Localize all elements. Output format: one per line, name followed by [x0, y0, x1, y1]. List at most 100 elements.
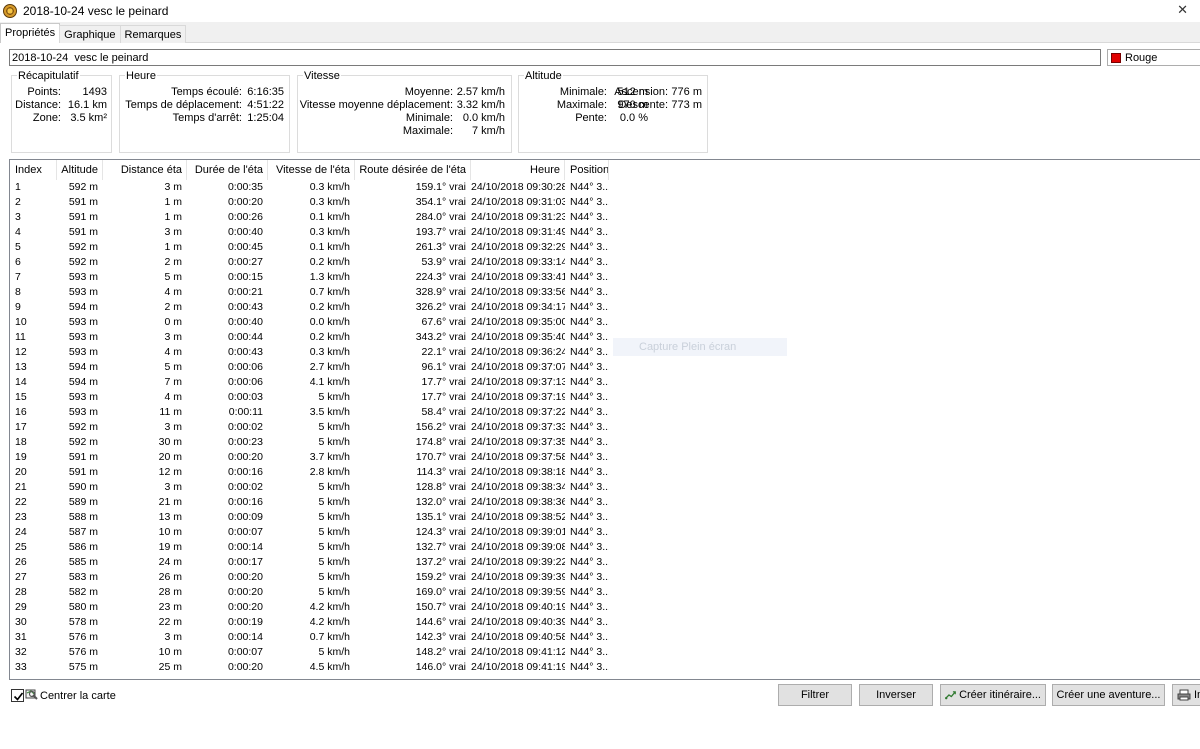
- table-row[interactable]: 14 594 m 7 m 0:00:06 4.1 km/h 17.7° vrai 24/10…: [10, 375, 609, 390]
- table-row[interactable]: 4 591 m 3 m 0:00:40 0.3 km/h 193.7° vrai 24/10…: [10, 225, 609, 240]
- cell-position: N44° 3...: [570, 316, 609, 328]
- table-row[interactable]: 2 591 m 1 m 0:00:20 0.3 km/h 354.1° vrai 24/10…: [10, 195, 609, 210]
- table-row[interactable]: 10 593 m 0 m 0:00:40 0.0 km/h 67.6° vrai 24/10…: [10, 315, 609, 330]
- table-row[interactable]: 3 591 m 1 m 0:00:26 0.1 km/h 284.0° vrai 24/10…: [10, 210, 609, 225]
- reverse-button[interactable]: Inverser: [859, 684, 933, 706]
- table-row[interactable]: 23 588 m 13 m 0:00:09 5 km/h 135.1° vrai 24/10…: [10, 510, 609, 525]
- cell-leg-duration: 0:00:02: [227, 481, 263, 493]
- cell-time: 24/10/2018 09:37:22: [471, 406, 565, 418]
- tab-notes[interactable]: Remarques: [119, 25, 187, 44]
- table-row[interactable]: 16 593 m 11 m 0:00:11 3.5 km/h 58.4° vrai 24/1…: [10, 405, 609, 420]
- cell-leg-duration: 0:00:23: [227, 436, 263, 448]
- screenshot-watermark: Capture Plein écran: [613, 338, 787, 356]
- print-icon: [1177, 689, 1191, 701]
- cell-time: 24/10/2018 09:31:23: [471, 211, 565, 223]
- cell-leg-distance: 3 m: [164, 481, 182, 493]
- filter-button[interactable]: Filtrer: [778, 684, 852, 706]
- app-icon: [3, 4, 17, 18]
- table-row[interactable]: 26 585 m 24 m 0:00:17 5 km/h 137.2° vrai 24/10…: [10, 555, 609, 570]
- cell-leg-course: 261.3° vrai: [415, 241, 466, 253]
- cell-altitude: 575 m: [68, 661, 98, 673]
- col-position[interactable]: Position: [565, 160, 609, 180]
- table-row[interactable]: 25 586 m 19 m 0:00:14 5 km/h 132.7° vrai 24/10…: [10, 540, 609, 555]
- cell-leg-speed: 5 km/h: [318, 556, 350, 568]
- table-row[interactable]: 15 593 m 4 m 0:00:03 5 km/h 17.7° vrai 24/10/2…: [10, 390, 609, 405]
- table-row[interactable]: 7 593 m 5 m 0:00:15 1.3 km/h 224.3° vrai 24/10…: [10, 270, 609, 285]
- cell-time: 24/10/2018 09:35:40: [471, 331, 565, 343]
- cell-leg-course: 67.6° vrai: [421, 316, 466, 328]
- table-row[interactable]: 33 575 m 25 m 0:00:20 4.5 km/h 146.0° vrai 24/…: [10, 660, 609, 675]
- cell-leg-duration: 0:00:20: [227, 196, 263, 208]
- print-button[interactable]: Im: [1172, 684, 1200, 706]
- create-route-button[interactable]: Créer itinéraire...: [940, 684, 1046, 706]
- cell-position: N44° 3...: [570, 361, 609, 373]
- table-row[interactable]: 9 594 m 2 m 0:00:43 0.2 km/h 326.2° vrai 24/10…: [10, 300, 609, 315]
- table-row[interactable]: 21 590 m 3 m 0:00:02 5 km/h 128.8° vrai 24/10/…: [10, 480, 609, 495]
- cell-position: N44° 3...: [570, 196, 609, 208]
- cell-leg-course: 135.1° vrai: [415, 511, 466, 523]
- table-row[interactable]: 11 593 m 3 m 0:00:44 0.2 km/h 343.2° vrai 24/1…: [10, 330, 609, 345]
- tab-chart[interactable]: Graphique: [59, 25, 121, 44]
- altitude-group: Altitude Minimale: 512 m Maximale: 970 m…: [518, 70, 708, 153]
- moving-time-value: 4:51:22: [247, 99, 284, 111]
- create-adventure-button[interactable]: Créer une aventure...: [1052, 684, 1165, 706]
- cell-altitude: 592 m: [68, 181, 98, 193]
- elapsed-time-value: 6:16:35: [247, 86, 284, 98]
- table-row[interactable]: 1 592 m 3 m 0:00:35 0.3 km/h 159.1° vrai 24/10…: [10, 180, 609, 195]
- cell-position: N44° 3...: [570, 541, 609, 553]
- cell-leg-course: 159.2° vrai: [415, 571, 466, 583]
- color-select[interactable]: Rouge: [1107, 49, 1200, 66]
- cell-leg-course: 124.3° vrai: [415, 526, 466, 538]
- cell-leg-duration: 0:00:15: [227, 271, 263, 283]
- table-row[interactable]: 5 592 m 1 m 0:00:45 0.1 km/h 261.3° vrai 24/10…: [10, 240, 609, 255]
- cell-index: 26: [15, 556, 27, 568]
- avg-moving-speed-label: Vitesse moyenne déplacement:: [299, 99, 453, 111]
- tab-properties[interactable]: Propriétés: [0, 23, 61, 44]
- table-row[interactable]: 32 576 m 10 m 0:00:07 5 km/h 148.2° vrai 24/10…: [10, 645, 609, 660]
- table-row[interactable]: 20 591 m 12 m 0:00:16 2.8 km/h 114.3° vrai 24/…: [10, 465, 609, 480]
- col-time[interactable]: Heure: [471, 160, 565, 180]
- table-row[interactable]: 6 592 m 2 m 0:00:27 0.2 km/h 53.9° vrai 24/10/…: [10, 255, 609, 270]
- col-leg-course[interactable]: Route désirée de l'éta: [355, 160, 471, 180]
- cell-leg-speed: 0.3 km/h: [309, 346, 350, 358]
- table-row[interactable]: 27 583 m 26 m 0:00:20 5 km/h 159.2° vrai 24/10…: [10, 570, 609, 585]
- table-row[interactable]: 30 578 m 22 m 0:00:19 4.2 km/h 144.6° vrai 24/…: [10, 615, 609, 630]
- cell-leg-duration: 0:00:09: [227, 511, 263, 523]
- cell-leg-duration: 0:00:20: [227, 586, 263, 598]
- cell-index: 21: [15, 481, 27, 493]
- cell-leg-duration: 0:00:03: [227, 391, 263, 403]
- col-leg-distance[interactable]: Distance éta: [103, 160, 187, 180]
- table-row[interactable]: 18 592 m 30 m 0:00:23 5 km/h 174.8° vrai 24/10…: [10, 435, 609, 450]
- table-row[interactable]: 19 591 m 20 m 0:00:20 3.7 km/h 170.7° vrai 24/…: [10, 450, 609, 465]
- col-index[interactable]: Index: [10, 160, 57, 180]
- table-row[interactable]: 28 582 m 28 m 0:00:20 5 km/h 169.0° vrai 24/10…: [10, 585, 609, 600]
- table-row[interactable]: 22 589 m 21 m 0:00:16 5 km/h 132.0° vrai 24/10…: [10, 495, 609, 510]
- cell-leg-duration: 0:00:43: [227, 346, 263, 358]
- distance-value: 16.1 km: [67, 99, 107, 111]
- cell-leg-distance: 22 m: [158, 616, 182, 628]
- table-row[interactable]: 13 594 m 5 m 0:00:06 2.7 km/h 96.1° vrai 24/10…: [10, 360, 609, 375]
- cell-leg-distance: 3 m: [164, 226, 182, 238]
- cell-leg-speed: 0.2 km/h: [309, 331, 350, 343]
- trackpoint-table[interactable]: Index Altitude Distance éta Durée de l'é…: [9, 159, 1200, 680]
- close-button[interactable]: ✕: [1177, 2, 1188, 18]
- cell-time: 24/10/2018 09:34:17: [471, 301, 565, 313]
- table-row[interactable]: 12 593 m 4 m 0:00:43 0.3 km/h 22.1° vrai 24/10…: [10, 345, 609, 360]
- cell-altitude: 594 m: [68, 376, 98, 388]
- cell-altitude: 593 m: [68, 331, 98, 343]
- col-leg-duration[interactable]: Durée de l'éta: [187, 160, 268, 180]
- cell-time: 24/10/2018 09:41:19: [471, 661, 565, 673]
- track-name-input[interactable]: [9, 49, 1101, 66]
- col-leg-speed[interactable]: Vitesse de l'éta: [268, 160, 355, 180]
- max-altitude-label: Maximale:: [556, 99, 607, 111]
- table-row[interactable]: 8 593 m 4 m 0:00:21 0.7 km/h 328.9° vrai 24/10…: [10, 285, 609, 300]
- cell-leg-speed: 0.3 km/h: [309, 196, 350, 208]
- table-row[interactable]: 24 587 m 10 m 0:00:07 5 km/h 124.3° vrai 24/10…: [10, 525, 609, 540]
- table-row[interactable]: 31 576 m 3 m 0:00:14 0.7 km/h 142.3° vrai 24/1…: [10, 630, 609, 645]
- cell-leg-distance: 3 m: [164, 631, 182, 643]
- table-row[interactable]: 29 580 m 23 m 0:00:20 4.2 km/h 150.7° vrai 24/…: [10, 600, 609, 615]
- cell-time: 24/10/2018 09:35:00: [471, 316, 565, 328]
- col-altitude[interactable]: Altitude: [57, 160, 103, 180]
- table-row[interactable]: 17 592 m 3 m 0:00:02 5 km/h 156.2° vrai 24/10/…: [10, 420, 609, 435]
- center-map-checkbox[interactable]: [11, 689, 24, 702]
